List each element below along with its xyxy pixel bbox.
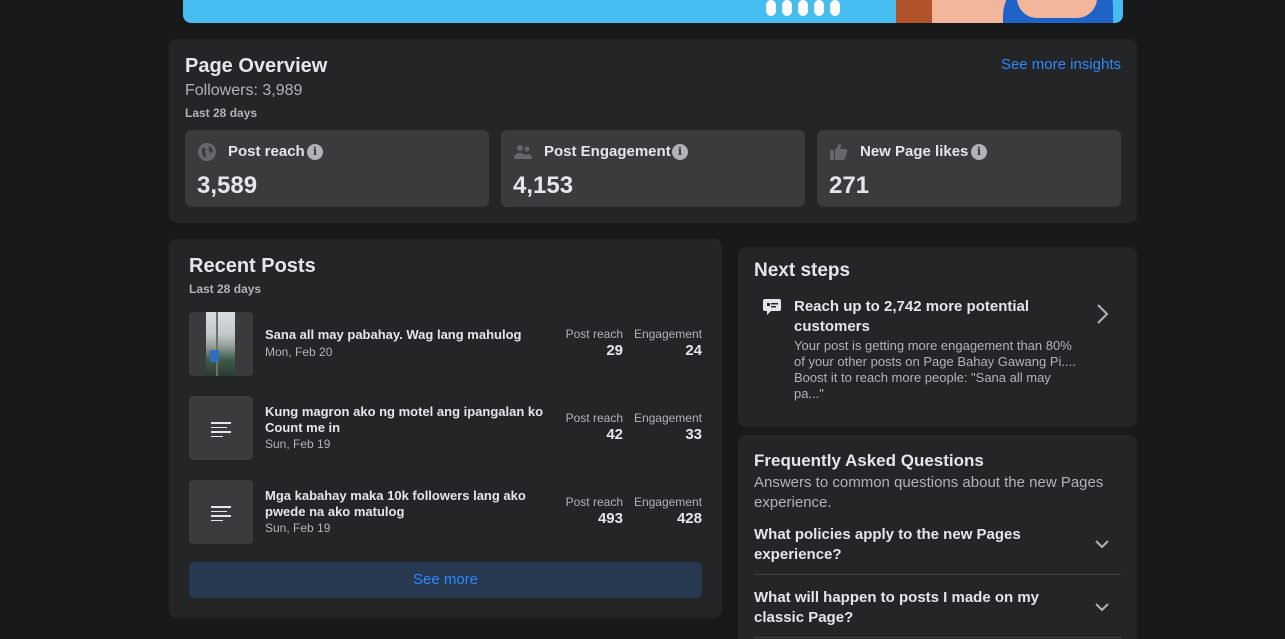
- text-post-icon: [211, 506, 231, 524]
- see-more-button[interactable]: See more: [189, 562, 702, 598]
- stat-label: Engagement: [633, 495, 702, 509]
- post-thumbnail: [189, 396, 253, 460]
- page-overview-title: Page Overview: [185, 55, 328, 77]
- metric-value: 4,153: [513, 172, 574, 199]
- banner-illustration-sleeve: [896, 0, 932, 23]
- info-icon[interactable]: i: [971, 144, 987, 160]
- banner-dot: [830, 0, 840, 16]
- metric-new-page-likes[interactable]: New Page likes i 271: [817, 130, 1121, 207]
- info-icon[interactable]: i: [307, 144, 323, 160]
- metric-post-reach[interactable]: Post reach i 3,589: [185, 130, 489, 207]
- post-row[interactable]: Kung magron ako ng motel ang ipangalan k…: [189, 396, 702, 460]
- people-icon: [514, 145, 532, 159]
- post-photo: [206, 312, 235, 376]
- faq-title: Frequently Asked Questions: [754, 451, 984, 470]
- post-date: Mon, Feb 20: [265, 345, 333, 359]
- stat-value: 428: [676, 510, 702, 527]
- followers-count: Followers: 3,989: [185, 82, 303, 99]
- next-steps-card: Next steps Reach up to 2,742 more potent…: [738, 247, 1137, 427]
- stat-value: 24: [685, 342, 702, 359]
- chevron-down-icon[interactable]: [1095, 602, 1109, 612]
- overview-date-range: Last 28 days: [185, 106, 258, 120]
- chevron-down-icon[interactable]: [1095, 539, 1109, 549]
- post-row[interactable]: Sana all may pabahay. Wag lang mahulog M…: [189, 312, 702, 376]
- stat-label: Post reach: [565, 327, 623, 341]
- metric-label: Post Engagement: [544, 143, 671, 160]
- post-title: Sana all may pabahay. Wag lang mahulog: [265, 327, 522, 342]
- metric-post-engagement[interactable]: Post Engagement i 4,153: [501, 130, 805, 207]
- recent-posts-date-range: Last 28 days: [189, 282, 262, 296]
- recent-posts-title: Recent Posts: [189, 255, 316, 277]
- post-engagement-stat: Engagement 24: [630, 327, 702, 361]
- post-thumbnail: [189, 312, 253, 376]
- post-title: Kung magron ako ng motel ang ipangalan k…: [265, 404, 544, 435]
- faq-subtitle: Answers to common questions about the ne…: [754, 474, 1104, 511]
- next-steps-title: Next steps: [754, 260, 851, 281]
- metric-value: 271: [829, 172, 870, 199]
- next-step-title[interactable]: Reach up to 2,742 more potential custome…: [794, 297, 1084, 337]
- faq-question-text: What will happen to posts I made on my c…: [754, 589, 1040, 626]
- metric-value: 3,589: [197, 172, 258, 199]
- post-date: Sun, Feb 19: [265, 437, 331, 451]
- globe-icon: [198, 143, 216, 161]
- faq-question-text: What policies apply to the new Pages exp…: [754, 526, 1021, 563]
- chat-bubble-icon: [763, 299, 781, 315]
- metric-label: New Page likes: [860, 143, 969, 160]
- post-row[interactable]: Mga kabahay maka 10k followers lang ako …: [189, 480, 702, 544]
- banner-dot: [766, 0, 776, 16]
- see-more-insights-link[interactable]: See more insights: [1001, 56, 1121, 73]
- stat-label: Engagement: [633, 411, 702, 425]
- faq-card: Frequently Asked Questions Answers to co…: [738, 435, 1137, 639]
- text-post-icon: [211, 422, 231, 440]
- faq-question[interactable]: What will happen to posts I made on my c…: [754, 588, 1121, 638]
- stat-value: 493: [597, 510, 623, 527]
- stat-value: 29: [606, 342, 623, 359]
- chevron-right-icon[interactable]: [1092, 302, 1112, 326]
- post-date: Sun, Feb 19: [265, 521, 331, 535]
- thumbs-up-icon: [830, 143, 848, 160]
- info-icon[interactable]: i: [672, 144, 688, 160]
- promo-banner: [183, 0, 1123, 23]
- stat-label: Engagement: [633, 327, 702, 341]
- post-title: Mga kabahay maka 10k followers lang ako …: [265, 488, 526, 519]
- stat-value: 42: [606, 426, 623, 443]
- stat-value: 33: [685, 426, 702, 443]
- banner-dot: [798, 0, 808, 16]
- page-overview-card: Page Overview Followers: 3,989 Last 28 d…: [169, 39, 1137, 223]
- stat-label: Post reach: [565, 411, 623, 425]
- post-engagement-stat: Engagement 428: [630, 495, 702, 529]
- faq-question[interactable]: What policies apply to the new Pages exp…: [754, 525, 1121, 575]
- post-reach-stat: Post reach 29: [559, 327, 623, 361]
- metric-label: Post reach: [228, 143, 305, 160]
- banner-illustration-hand-2: [1017, 0, 1097, 18]
- recent-posts-card: Recent Posts Last 28 days Sana all may p…: [169, 239, 722, 618]
- banner-dot: [782, 0, 792, 16]
- banner-dot: [814, 0, 824, 16]
- next-step-description: Your post is getting more engagement tha…: [794, 338, 1076, 401]
- post-engagement-stat: Engagement 33: [630, 411, 702, 445]
- post-reach-stat: Post reach 493: [559, 495, 623, 529]
- stat-label: Post reach: [565, 495, 623, 509]
- post-reach-stat: Post reach 42: [559, 411, 623, 445]
- post-thumbnail: [189, 480, 253, 544]
